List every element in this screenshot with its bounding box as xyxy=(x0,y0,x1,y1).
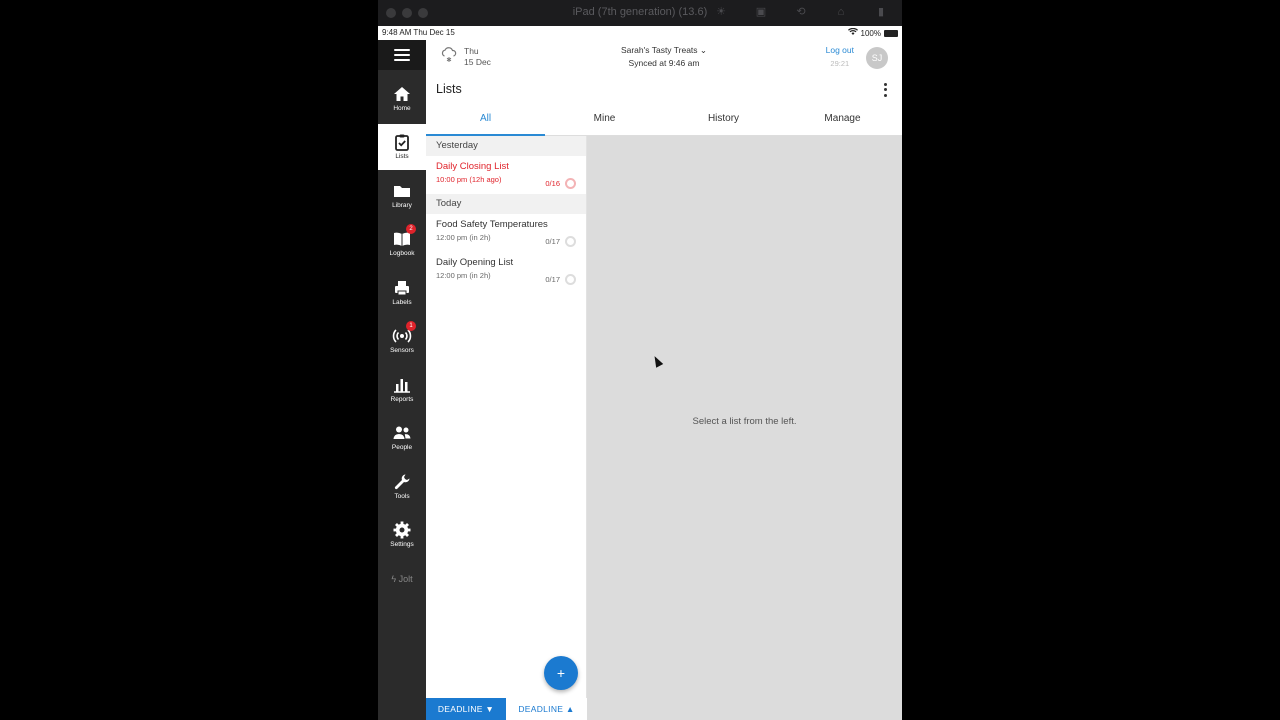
printer-icon xyxy=(395,281,409,296)
sidebar-item-settings[interactable]: Settings xyxy=(378,512,426,558)
sidebar-item-reports[interactable]: Reports xyxy=(378,367,426,413)
list-item-progress: 0/16 xyxy=(545,179,560,188)
folder-icon xyxy=(394,186,410,197)
add-list-button[interactable]: + xyxy=(544,656,578,690)
battery-percent: 100% xyxy=(860,28,881,38)
section-header-yesterday: Yesterday xyxy=(426,136,586,156)
lists-pane: Yesterday Daily Closing List 10:00 pm (1… xyxy=(426,136,587,720)
empty-state-message: Select a list from the left. xyxy=(692,416,797,427)
sidebar-item-sensors[interactable]: Sensors 1 xyxy=(378,318,426,364)
site-name[interactable]: Sarah's Tasty Treats xyxy=(621,45,698,55)
section-header-today: Today xyxy=(426,194,586,214)
sidebar-item-tools[interactable]: Tools xyxy=(378,464,426,510)
people-icon xyxy=(393,426,411,439)
sidebar-item-logbook[interactable]: Logbook 2 xyxy=(378,221,426,267)
list-item-title: Daily Closing List xyxy=(436,161,509,172)
tab-all[interactable]: All xyxy=(426,106,545,136)
sidebar-item-people[interactable]: People xyxy=(378,415,426,461)
ios-status-bar: 9:48 AM Thu Dec 15 100% xyxy=(378,26,902,40)
hamburger-menu-button[interactable] xyxy=(378,40,426,70)
list-item-food-safety[interactable]: Food Safety Temperatures 12:00 pm (in 2h… xyxy=(426,214,586,252)
sidebar-item-lists[interactable]: Lists xyxy=(378,124,426,170)
list-tabs: All Mine History Manage xyxy=(426,106,902,136)
chevron-down-icon[interactable]: ⌄ xyxy=(700,45,707,55)
page-header: Lists xyxy=(426,76,902,106)
ipad-screen: 9:48 AM Thu Dec 15 100% Home Lists Libra… xyxy=(378,26,902,720)
jolt-logo: ϟ Jolt xyxy=(391,574,413,584)
sidebar-item-home[interactable]: Home xyxy=(378,76,426,122)
logout-link[interactable]: Log out xyxy=(826,44,854,57)
progress-ring-icon xyxy=(565,236,576,247)
list-item-daily-closing[interactable]: Daily Closing List 10:00 pm (12h ago) 0/… xyxy=(426,156,586,194)
progress-ring-icon xyxy=(565,274,576,285)
tab-history[interactable]: History xyxy=(664,106,783,135)
gear-icon xyxy=(393,521,411,539)
status-time-date: 9:48 AM Thu Dec 15 xyxy=(382,28,455,37)
avatar[interactable]: SJ xyxy=(866,47,888,69)
lock-icon[interactable]: ▮ xyxy=(874,5,888,19)
sidebar: Home Lists Library Logbook 2 Labels Sens… xyxy=(378,40,426,720)
bolt-icon: ϟ xyxy=(391,574,397,584)
simulator-window-bar: iPad (7th generation) (13.6) ☀ ▣ ⟲ ⌂ ▮ xyxy=(378,0,902,26)
tab-manage[interactable]: Manage xyxy=(783,106,902,135)
sort-deadline-desc-button[interactable]: DEADLINE ▼ xyxy=(426,698,506,720)
bar-chart-icon xyxy=(394,379,410,393)
logbook-badge: 2 xyxy=(406,224,416,234)
page-title: Lists xyxy=(436,82,462,96)
brightness-icon[interactable]: ☀ xyxy=(714,5,728,19)
list-item-title: Daily Opening List xyxy=(436,257,514,268)
sidebar-item-library[interactable]: Library xyxy=(378,173,426,219)
hamburger-icon xyxy=(394,49,410,61)
top-bar: Thu 15 Dec Sarah's Tasty Treats ⌄ Synced… xyxy=(426,40,902,76)
list-item-title: Food Safety Temperatures xyxy=(436,219,548,230)
wrench-icon xyxy=(394,474,410,490)
clipboard-check-icon xyxy=(395,134,409,151)
sort-deadline-asc-button[interactable]: DEADLINE ▲ xyxy=(506,698,587,720)
list-item-daily-opening[interactable]: Daily Opening List 12:00 pm (in 2h) 0/17 xyxy=(426,252,586,290)
rotate-icon[interactable]: ⟲ xyxy=(794,5,808,19)
logout-area: Log out 29:21 xyxy=(826,44,854,70)
list-detail-pane: Select a list from the left. xyxy=(587,136,902,720)
screenshot-icon[interactable]: ▣ xyxy=(754,5,768,19)
session-timer: 29:21 xyxy=(830,59,850,68)
sensors-badge: 1 xyxy=(406,321,416,331)
list-item-progress: 0/17 xyxy=(545,237,560,246)
simulator-toolbar: ☀ ▣ ⟲ ⌂ ▮ xyxy=(714,5,888,19)
sort-bar: DEADLINE ▼ DEADLINE ▲ xyxy=(426,698,587,720)
home-icon xyxy=(394,87,410,101)
more-options-icon[interactable] xyxy=(882,82,888,98)
battery-icon xyxy=(884,29,898,37)
home-button-icon[interactable]: ⌂ xyxy=(834,5,848,19)
progress-ring-icon xyxy=(565,178,576,189)
wifi-icon xyxy=(847,27,858,38)
list-item-progress: 0/17 xyxy=(545,275,560,284)
sidebar-item-labels[interactable]: Labels xyxy=(378,270,426,316)
tab-mine[interactable]: Mine xyxy=(545,106,664,135)
